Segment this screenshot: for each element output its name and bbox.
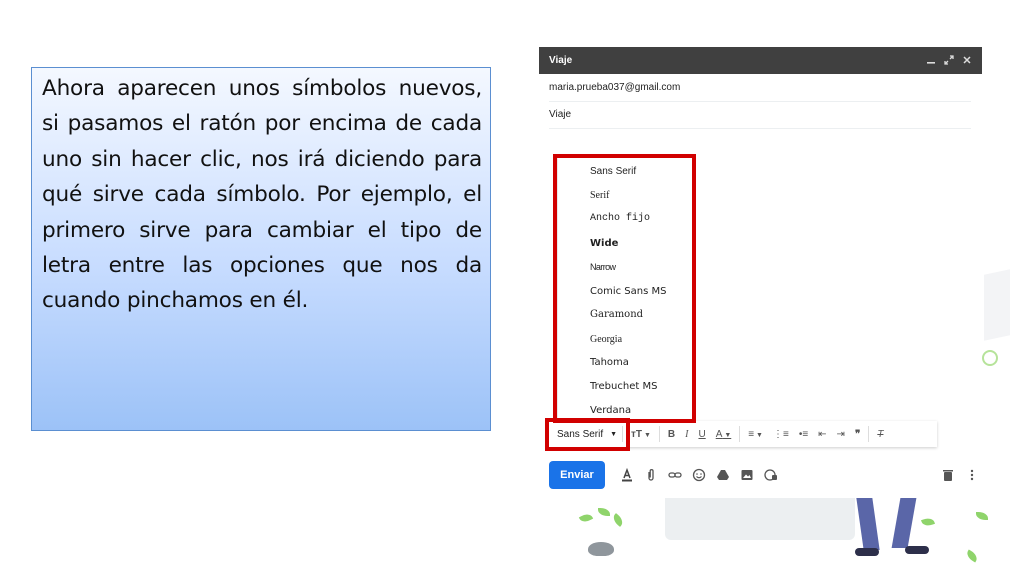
leaf-illustration: [598, 508, 610, 516]
shoe-illustration: [905, 546, 929, 554]
font-size-icon[interactable]: ᴛT ▼: [631, 429, 651, 440]
delete-icon[interactable]: [940, 468, 955, 483]
leaf-illustration: [920, 516, 936, 528]
formatting-icon[interactable]: [619, 468, 634, 483]
link-icon[interactable]: [667, 468, 682, 483]
rock-illustration: [588, 542, 614, 556]
shoe-illustration: [855, 548, 879, 556]
compose-title: Viaje: [549, 55, 573, 66]
desk-illustration: [665, 498, 855, 540]
numbered-list-icon[interactable]: ⋮≡: [773, 429, 789, 440]
expand-icon[interactable]: [940, 54, 958, 68]
more-options-icon[interactable]: [964, 468, 979, 483]
remove-formatting-icon[interactable]: T: [877, 429, 883, 440]
instruction-box: Ahora aparecen unos símbolos nuevos, si …: [31, 67, 491, 431]
font-selector-highlight: [545, 418, 630, 451]
send-button[interactable]: Enviar: [549, 461, 605, 489]
close-icon[interactable]: [958, 54, 976, 68]
leaf-illustration: [578, 511, 594, 525]
bold-icon[interactable]: B: [668, 429, 675, 440]
text-color-icon[interactable]: A ▼: [716, 429, 732, 440]
instruction-text: Ahora aparecen unos símbolos nuevos, si …: [42, 76, 482, 314]
person-leg-illustration: [856, 498, 880, 550]
emoji-icon[interactable]: [691, 468, 706, 483]
quote-icon[interactable]: ❞: [855, 429, 860, 440]
attach-icon[interactable]: [643, 468, 658, 483]
toolbar-divider: [739, 426, 741, 442]
bulleted-list-icon[interactable]: •≡: [799, 429, 808, 440]
indent-more-icon[interactable]: ⇥: [837, 429, 845, 440]
leaf-illustration: [610, 513, 626, 527]
underline-icon[interactable]: U: [698, 429, 705, 440]
minimize-icon[interactable]: [922, 54, 940, 68]
compose-header: Viaje: [539, 47, 982, 74]
toolbar-divider: [868, 426, 870, 442]
italic-icon[interactable]: I: [685, 429, 688, 440]
subject-field[interactable]: Viaje: [549, 102, 971, 129]
circle-illustration: [982, 350, 998, 366]
person-leg-illustration: [891, 498, 917, 548]
photo-icon[interactable]: [739, 468, 754, 483]
leaf-illustration: [976, 512, 988, 520]
to-field[interactable]: maria.prueba037@gmail.com: [549, 75, 971, 102]
align-icon[interactable]: ≡ ▼: [748, 429, 763, 440]
paper-illustration: [984, 269, 1010, 341]
drive-icon[interactable]: [715, 468, 730, 483]
confidential-icon[interactable]: [763, 468, 778, 483]
indent-less-icon[interactable]: ⇤: [818, 429, 826, 440]
send-row: Enviar: [549, 461, 979, 489]
font-menu-highlight: [553, 154, 696, 423]
toolbar-divider: [658, 426, 660, 442]
leaf-illustration: [964, 549, 980, 563]
